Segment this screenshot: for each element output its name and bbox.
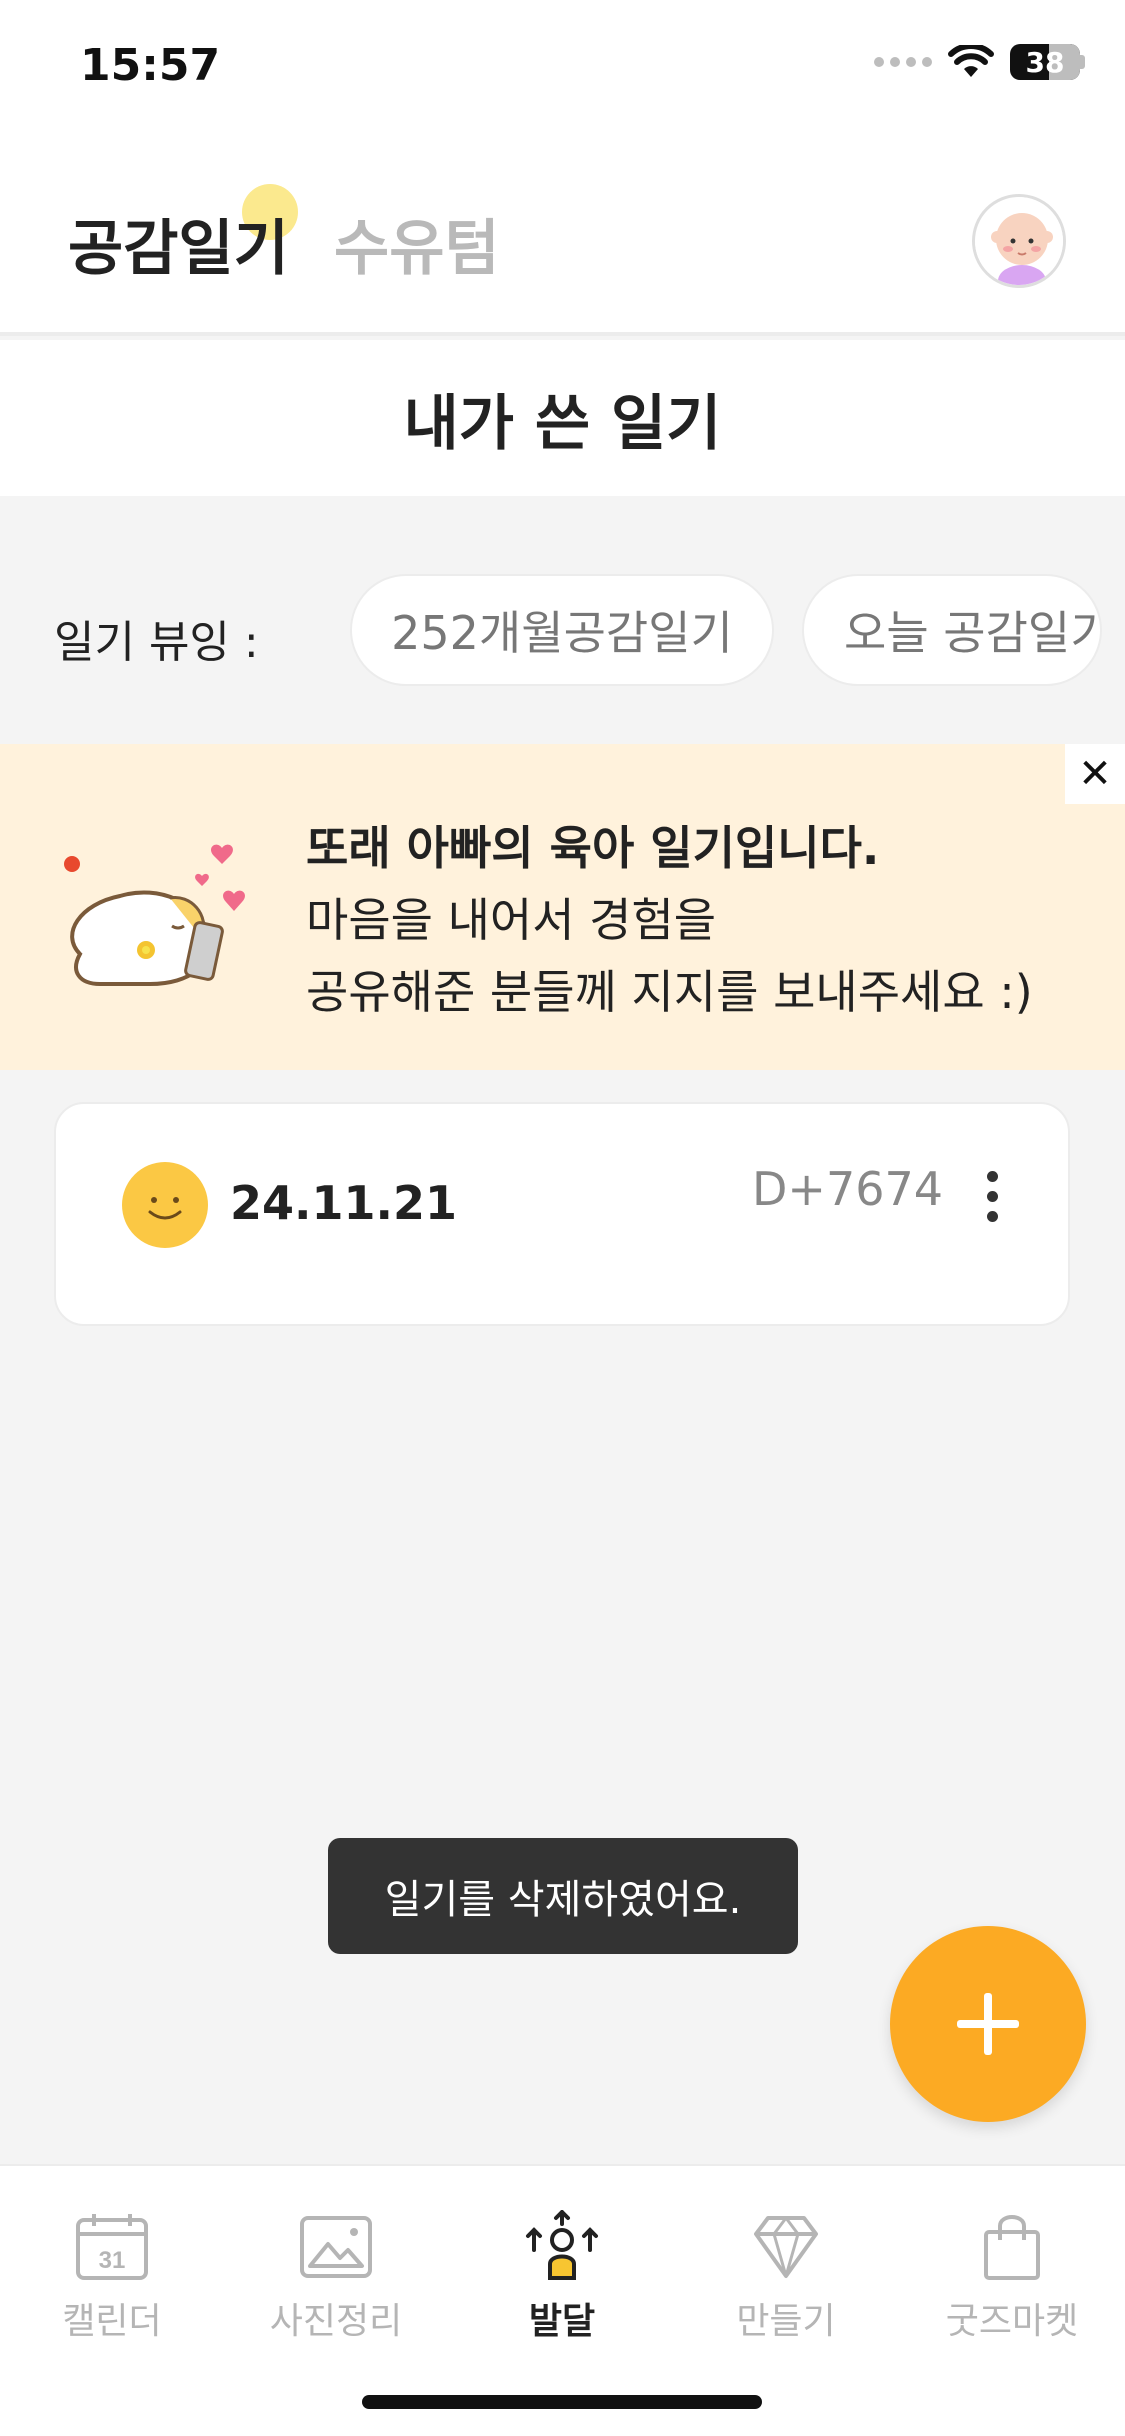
shopping-bag-icon (984, 2215, 1040, 2280)
diary-date: 24.11.21 (230, 1176, 457, 1230)
nav-item-photo[interactable]: 사진정리 (236, 2210, 436, 2360)
signal-icon (874, 57, 932, 67)
more-vertical-icon[interactable] (968, 1156, 1016, 1236)
page-title: 내가 쓴 일기 (403, 388, 722, 459)
nav-label-make: 만들기 (736, 2301, 836, 2342)
photo-icon (300, 2216, 372, 2278)
top-header: 공감일기 수유텀 (0, 140, 1125, 336)
diary-viewing-filter: 일기 뷰잉 : 252개월공감일기 오늘 공감일기 (0, 574, 1125, 686)
nav-label-growth: 발달 (528, 2301, 596, 2342)
nav-item-calendar[interactable]: 31 캘린더 (12, 2210, 212, 2360)
wifi-icon (948, 45, 994, 77)
info-banner: ✕ 또래 아빠의 육아 일기입니다. 마음을 내어서 경험을 공유해준 분들께 … (0, 744, 1125, 1070)
calendar-icon: 31 (76, 2214, 148, 2280)
status-bar: 15:57 38 (0, 0, 1125, 140)
home-indicator (362, 2395, 762, 2409)
section-title-bar: 내가 쓴 일기 (0, 340, 1125, 496)
calendar-number: 31 (99, 2247, 126, 2274)
banner-line-1: 또래 아빠의 육아 일기입니다. (306, 821, 880, 875)
diamond-icon (754, 2216, 818, 2278)
banner-message: 또래 아빠의 육아 일기입니다. 마음을 내어서 경험을 공유해준 분들께 지지… (306, 812, 1033, 1028)
baby-avatar-icon[interactable] (972, 194, 1066, 288)
growth-person-icon (526, 2210, 598, 2280)
filter-label: 일기 뷰잉 : (54, 617, 259, 668)
nav-label-calendar: 캘린더 (62, 2301, 162, 2342)
nav-item-growth[interactable]: 발달 (462, 2210, 662, 2360)
status-icons: 38 (874, 44, 1085, 80)
banner-close-button[interactable]: ✕ (1065, 744, 1125, 804)
add-diary-button[interactable] (890, 1926, 1086, 2122)
filter-chip-today[interactable]: 오늘 공감일기 (802, 574, 1102, 686)
battery-icon: 38 (1010, 44, 1085, 80)
diary-entry-card[interactable]: 24.11.21 D+7674 (54, 1102, 1070, 1326)
baby-with-phone-illustration (64, 844, 245, 986)
filter-chip-252-months[interactable]: 252개월공감일기 (350, 574, 774, 686)
nav-item-goods-market[interactable]: 굿즈마켓 (912, 2210, 1112, 2360)
status-time: 15:57 (80, 40, 221, 91)
nav-label-goods-market: 굿즈마켓 (945, 2301, 1079, 2342)
plus-icon (957, 1993, 1019, 2055)
diary-dday: D+7674 (752, 1162, 944, 1216)
nav-item-make[interactable]: 만들기 (686, 2210, 886, 2360)
tab-empathy-diary[interactable]: 공감일기 (68, 200, 289, 287)
banner-line-3: 공유해준 분들께 지지를 보내주세요 :) (306, 965, 1033, 1019)
banner-line-2: 마음을 내어서 경험을 (306, 893, 717, 947)
tab-feeding-interval[interactable]: 수유텀 (334, 200, 500, 287)
smile-face-icon (122, 1162, 208, 1248)
nav-label-photo: 사진정리 (269, 2301, 403, 2342)
battery-level: 38 (1025, 45, 1065, 79)
toast-message: 일기를 삭제하였어요. (328, 1838, 798, 1954)
